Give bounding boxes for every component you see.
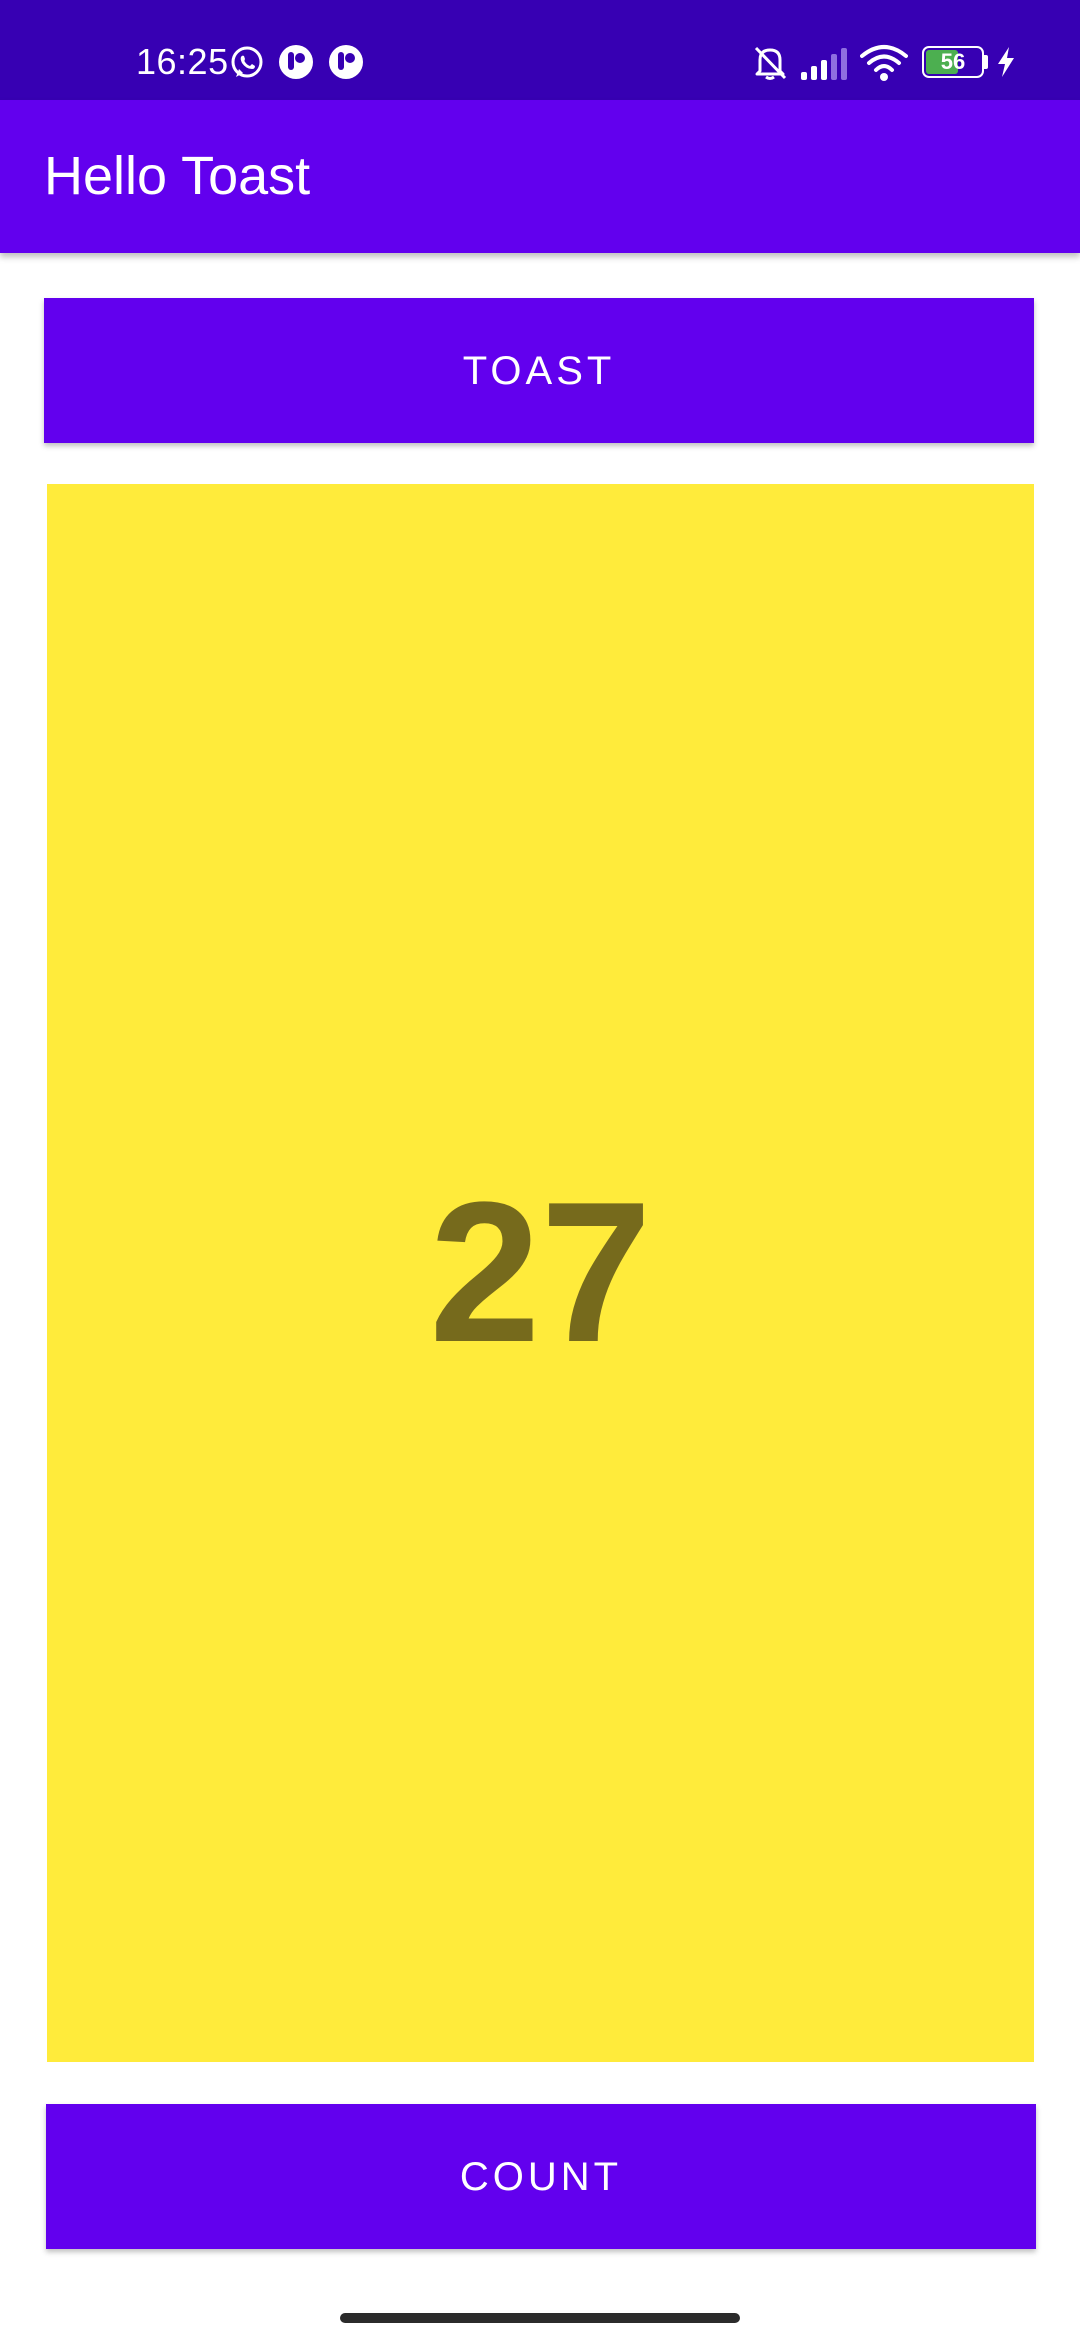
app-title: Hello Toast	[44, 146, 311, 206]
battery-level: 56	[940, 49, 966, 74]
battery-icon: 56	[922, 46, 988, 78]
count-value: 27	[429, 1161, 652, 1384]
bell-off-icon	[754, 46, 787, 80]
count-button[interactable]: COUNT	[46, 2104, 1036, 2249]
wifi-icon	[860, 45, 908, 81]
gesture-navigation-bar[interactable]	[340, 2313, 740, 2323]
app-icon	[279, 45, 313, 79]
toast-button[interactable]: TOAST	[44, 298, 1034, 443]
status-bar: 16:25 56	[0, 0, 1080, 100]
signal-icon	[801, 48, 847, 80]
whatsapp-icon	[231, 46, 263, 78]
count-display-panel: 27	[47, 484, 1034, 2062]
status-time: 16:25	[136, 41, 229, 82]
charging-icon	[998, 47, 1014, 77]
app-bar: Hello Toast	[0, 100, 1080, 253]
app-icon	[329, 45, 363, 79]
